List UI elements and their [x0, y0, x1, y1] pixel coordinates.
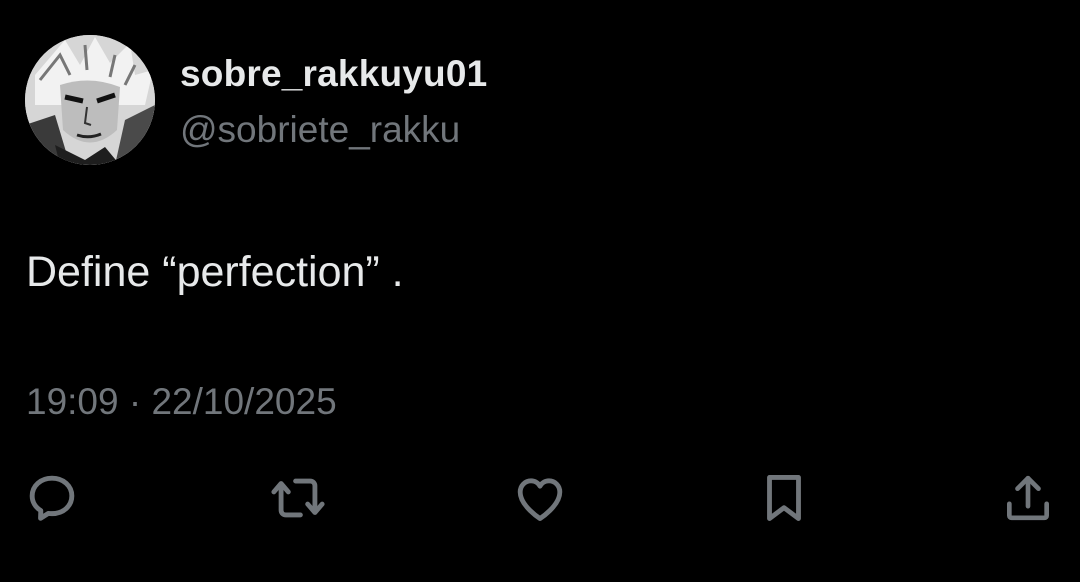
bookmark-button[interactable] — [754, 468, 814, 528]
like-icon — [517, 478, 563, 521]
share-button[interactable] — [998, 468, 1058, 528]
tweet-text: Define “perfection” . — [26, 248, 404, 296]
like-button[interactable] — [510, 468, 570, 528]
tweet-timestamp[interactable]: 19:09 · 22/10/2025 — [26, 380, 337, 424]
avatar[interactable] — [25, 35, 155, 165]
share-icon — [1007, 475, 1049, 521]
user-handle[interactable]: @sobriete_rakku — [180, 108, 460, 152]
retweet-icon — [271, 478, 325, 518]
retweet-button[interactable] — [268, 468, 328, 528]
tweet-actions-bar — [0, 468, 1080, 528]
tweet-detail: sobre_rakkuyu01 @sobriete_rakku Define “… — [0, 0, 1080, 582]
reply-icon — [29, 475, 75, 521]
reply-button[interactable] — [22, 468, 82, 528]
bookmark-icon — [767, 475, 801, 521]
avatar-image — [25, 35, 155, 165]
display-name[interactable]: sobre_rakkuyu01 — [180, 52, 487, 96]
